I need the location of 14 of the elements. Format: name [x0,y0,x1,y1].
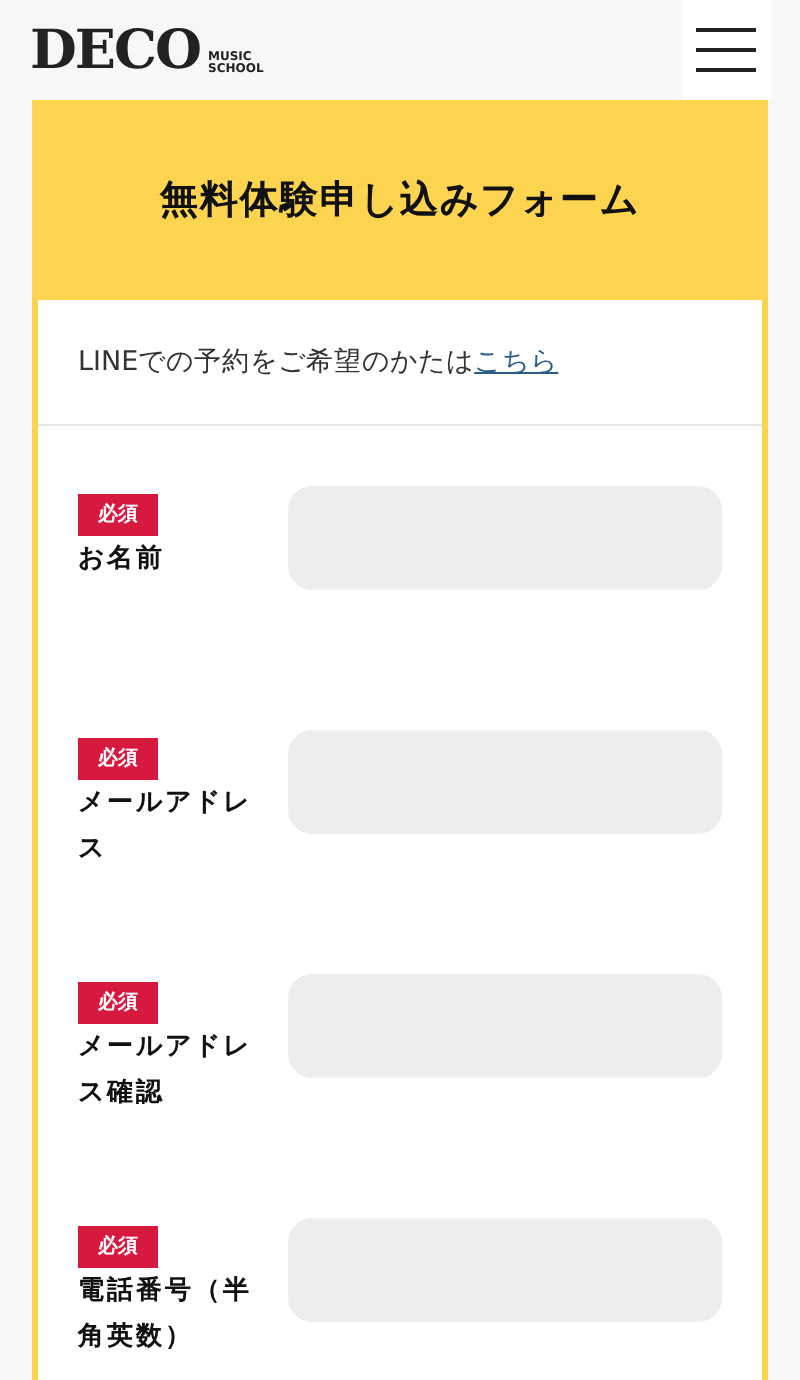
field-label: メールアドレス確認 [78,1030,254,1112]
form-title: 無料体験申し込みフォーム [160,175,640,226]
required-tag: 必須 [78,982,158,1024]
field-label: お名前 [78,542,167,578]
field-label: メールアドレス [78,786,254,868]
required-tag: 必須 [78,1226,158,1268]
line-link[interactable]: こちら [474,345,559,378]
line-note: LINEでの予約をご希望のかたは こちら [78,343,559,382]
logo-text: DECO [30,23,201,77]
menu-button[interactable] [682,0,770,100]
required-tag: 必須 [78,494,158,536]
menu-icon [696,28,756,72]
field-label: 電話番号（半角英数） [78,1274,254,1356]
required-tag: 必須 [78,738,158,780]
